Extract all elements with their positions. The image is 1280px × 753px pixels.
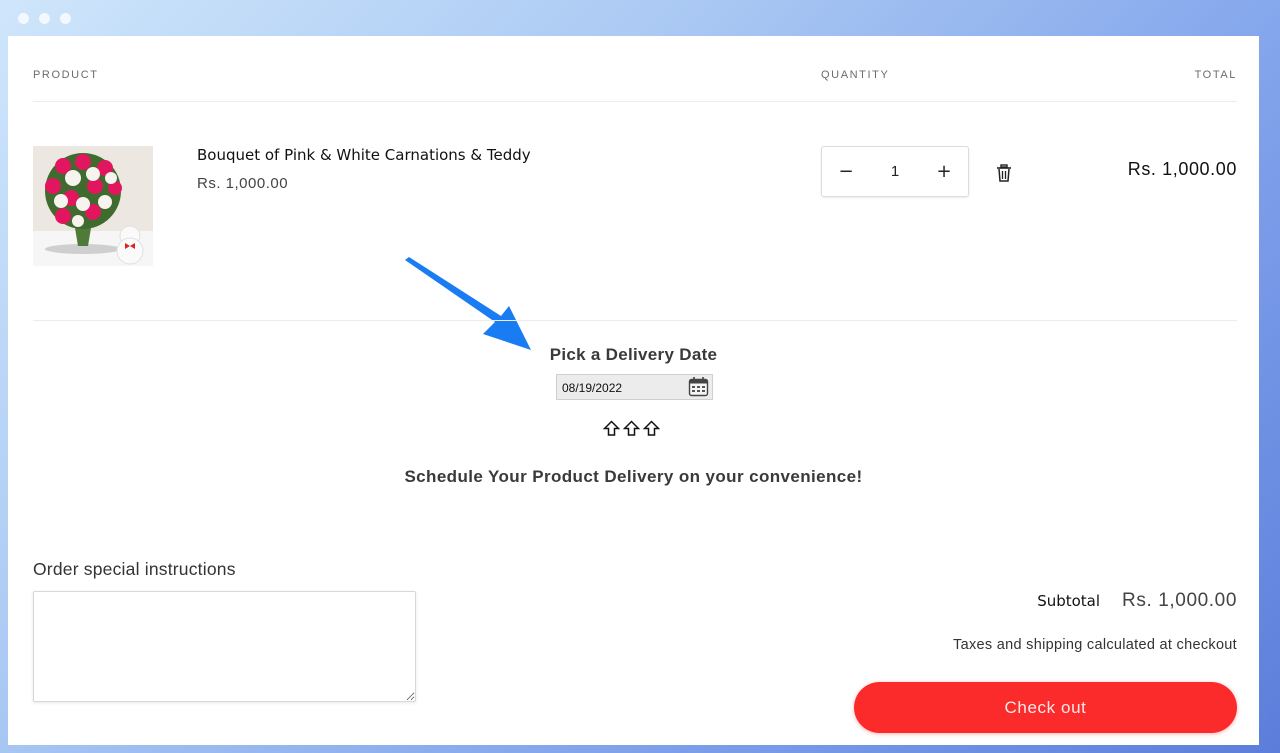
bouquet-image <box>33 146 153 266</box>
calendar-icon[interactable] <box>688 376 709 397</box>
window-dot <box>18 13 29 24</box>
delivery-date-title: Pick a Delivery Date <box>549 345 718 364</box>
column-header-quantity: QUANTITY <box>821 69 890 81</box>
product-image[interactable] <box>33 146 153 266</box>
window-dot <box>60 13 71 24</box>
special-instructions-textarea[interactable] <box>33 591 416 702</box>
delivery-date-input[interactable]: 08/19/2022 <box>556 374 713 400</box>
quantity-decrement-button[interactable]: − <box>836 161 856 182</box>
subtotal-value: Rs. 1,000.00 <box>1122 590 1237 611</box>
cart-panel: PRODUCT QUANTITY TOTAL Bouquet of Pink &… <box>8 36 1259 745</box>
window-dot <box>39 13 50 24</box>
column-header-total: TOTAL <box>1194 69 1237 81</box>
trash-icon[interactable] <box>996 164 1012 182</box>
tax-shipping-note: Taxes and shipping calculated at checkou… <box>953 637 1237 653</box>
checkout-button[interactable]: Check out <box>854 682 1237 733</box>
delivery-date-value: 08/19/2022 <box>562 381 623 395</box>
quantity-stepper: − 1 + <box>821 146 969 197</box>
header-divider <box>33 101 1237 102</box>
window-controls <box>18 13 71 24</box>
line-item-total: Rs. 1,000.00 <box>1127 159 1237 179</box>
up-arrow-icon <box>623 420 640 436</box>
up-arrow-icon <box>603 420 620 436</box>
annotation-arrow-icon <box>405 257 531 350</box>
special-instructions-label: Order special instructions <box>33 559 236 579</box>
delivery-tagline: Schedule Your Product Delivery on your c… <box>404 467 863 486</box>
up-arrow-icon <box>643 420 660 436</box>
quantity-input[interactable]: 1 <box>891 163 899 180</box>
up-arrows-row <box>603 420 660 437</box>
item-divider <box>33 320 1237 321</box>
column-header-product: PRODUCT <box>33 69 99 81</box>
quantity-increment-button[interactable]: + <box>934 161 954 182</box>
subtotal-row: Subtotal Rs. 1,000.00 <box>1037 590 1237 612</box>
subtotal-label: Subtotal <box>1037 592 1101 610</box>
product-unit-price: Rs. 1,000.00 <box>197 175 289 192</box>
product-name[interactable]: Bouquet of Pink & White Carnations & Ted… <box>197 146 531 164</box>
